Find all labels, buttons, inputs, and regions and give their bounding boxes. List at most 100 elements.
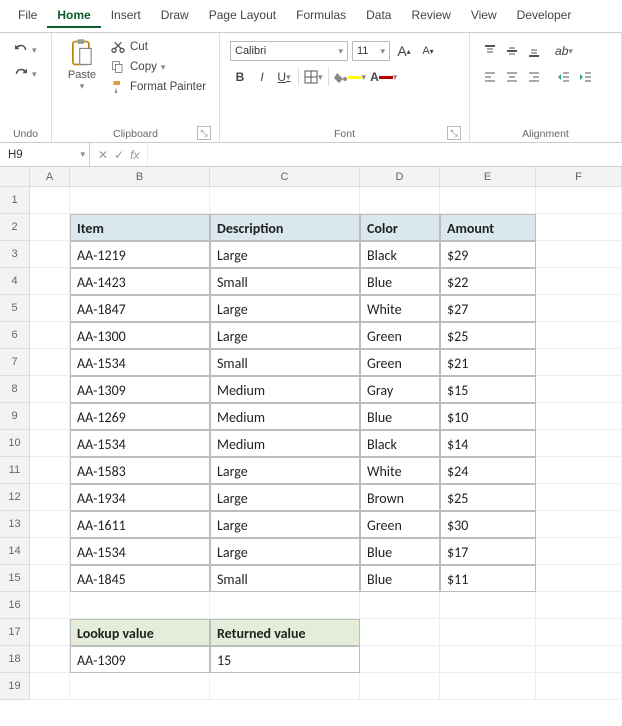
cell-D4[interactable]: Blue bbox=[360, 268, 440, 295]
row-header-2[interactable]: 2 bbox=[0, 214, 30, 241]
cell-F11[interactable] bbox=[536, 457, 622, 484]
cell-F6[interactable] bbox=[536, 322, 622, 349]
cell-F3[interactable] bbox=[536, 241, 622, 268]
cell-C5[interactable]: Large bbox=[210, 295, 360, 322]
cell-D17[interactable] bbox=[360, 619, 440, 646]
cell-D16[interactable] bbox=[360, 592, 440, 619]
cell-C2[interactable]: Description bbox=[210, 214, 360, 241]
cell-E5[interactable]: $27 bbox=[440, 295, 536, 322]
row-header-13[interactable]: 13 bbox=[0, 511, 30, 538]
menu-tab-draw[interactable]: Draw bbox=[151, 4, 199, 28]
cell-C15[interactable]: Small bbox=[210, 565, 360, 592]
cell-B8[interactable]: AA-1309 bbox=[70, 376, 210, 403]
menu-tab-home[interactable]: Home bbox=[47, 4, 100, 28]
menu-tab-data[interactable]: Data bbox=[356, 4, 401, 28]
font-name-select[interactable]: Calibri▾ bbox=[230, 41, 348, 61]
spreadsheet-grid[interactable]: ABCDEF12ItemDescriptionColorAmount3AA-12… bbox=[0, 167, 622, 700]
col-header-D[interactable]: D bbox=[360, 167, 440, 187]
redo-button[interactable]: ▾ bbox=[12, 65, 39, 83]
cell-F18[interactable] bbox=[536, 646, 622, 673]
cell-E3[interactable]: $29 bbox=[440, 241, 536, 268]
paste-button[interactable]: Paste ▾ bbox=[60, 37, 104, 95]
col-header-B[interactable]: B bbox=[70, 167, 210, 187]
underline-button[interactable]: U ▾ bbox=[274, 67, 294, 87]
row-header-4[interactable]: 4 bbox=[0, 268, 30, 295]
cell-F9[interactable] bbox=[536, 403, 622, 430]
col-header-C[interactable]: C bbox=[210, 167, 360, 187]
cell-A9[interactable] bbox=[30, 403, 70, 430]
cell-C10[interactable]: Medium bbox=[210, 430, 360, 457]
cell-E9[interactable]: $10 bbox=[440, 403, 536, 430]
cell-C7[interactable]: Small bbox=[210, 349, 360, 376]
cell-E14[interactable]: $17 bbox=[440, 538, 536, 565]
cell-C12[interactable]: Large bbox=[210, 484, 360, 511]
cell-C18[interactable]: 15 bbox=[210, 646, 360, 673]
cell-B9[interactable]: AA-1269 bbox=[70, 403, 210, 430]
formula-input[interactable] bbox=[148, 143, 622, 166]
row-header-7[interactable]: 7 bbox=[0, 349, 30, 376]
row-header-15[interactable]: 15 bbox=[0, 565, 30, 592]
cell-F15[interactable] bbox=[536, 565, 622, 592]
row-header-6[interactable]: 6 bbox=[0, 322, 30, 349]
select-all-corner[interactable] bbox=[0, 167, 30, 187]
cell-B13[interactable]: AA-1611 bbox=[70, 511, 210, 538]
undo-button[interactable]: ▾ bbox=[12, 41, 39, 59]
cell-F14[interactable] bbox=[536, 538, 622, 565]
cell-D7[interactable]: Green bbox=[360, 349, 440, 376]
row-header-1[interactable]: 1 bbox=[0, 187, 30, 214]
align-right-button[interactable] bbox=[524, 67, 544, 87]
align-top-button[interactable] bbox=[480, 41, 500, 61]
cell-D10[interactable]: Black bbox=[360, 430, 440, 457]
cell-F16[interactable] bbox=[536, 592, 622, 619]
cell-F8[interactable] bbox=[536, 376, 622, 403]
cell-D5[interactable]: White bbox=[360, 295, 440, 322]
cell-C11[interactable]: Large bbox=[210, 457, 360, 484]
cell-B1[interactable] bbox=[70, 187, 210, 214]
cell-A1[interactable] bbox=[30, 187, 70, 214]
font-color-button[interactable]: A▾ bbox=[369, 67, 398, 87]
cell-B16[interactable] bbox=[70, 592, 210, 619]
cell-A18[interactable] bbox=[30, 646, 70, 673]
cell-E1[interactable] bbox=[440, 187, 536, 214]
cell-B12[interactable]: AA-1934 bbox=[70, 484, 210, 511]
menu-tab-insert[interactable]: Insert bbox=[101, 4, 151, 28]
cell-F10[interactable] bbox=[536, 430, 622, 457]
cell-B3[interactable]: AA-1219 bbox=[70, 241, 210, 268]
increase-font-button[interactable]: A▴ bbox=[394, 41, 414, 61]
cell-D15[interactable]: Blue bbox=[360, 565, 440, 592]
font-size-select[interactable]: 11▾ bbox=[352, 41, 390, 61]
fx-icon[interactable]: fx bbox=[130, 148, 139, 162]
cell-D6[interactable]: Green bbox=[360, 322, 440, 349]
cell-E19[interactable] bbox=[440, 673, 536, 700]
cell-E8[interactable]: $15 bbox=[440, 376, 536, 403]
cell-D1[interactable] bbox=[360, 187, 440, 214]
cell-D19[interactable] bbox=[360, 673, 440, 700]
row-header-14[interactable]: 14 bbox=[0, 538, 30, 565]
col-header-F[interactable]: F bbox=[536, 167, 622, 187]
cell-A19[interactable] bbox=[30, 673, 70, 700]
cell-C8[interactable]: Medium bbox=[210, 376, 360, 403]
cell-B2[interactable]: Item bbox=[70, 214, 210, 241]
cell-F4[interactable] bbox=[536, 268, 622, 295]
cell-E18[interactable] bbox=[440, 646, 536, 673]
cell-E15[interactable]: $11 bbox=[440, 565, 536, 592]
name-box[interactable]: H9▾ bbox=[0, 143, 90, 166]
menu-tab-page-layout[interactable]: Page Layout bbox=[199, 4, 286, 28]
cell-F13[interactable] bbox=[536, 511, 622, 538]
cell-F17[interactable] bbox=[536, 619, 622, 646]
cell-B14[interactable]: AA-1534 bbox=[70, 538, 210, 565]
cell-E12[interactable]: $25 bbox=[440, 484, 536, 511]
row-header-10[interactable]: 10 bbox=[0, 430, 30, 457]
cell-E2[interactable]: Amount bbox=[440, 214, 536, 241]
cell-D8[interactable]: Gray bbox=[360, 376, 440, 403]
decrease-font-button[interactable]: A▾ bbox=[418, 41, 438, 61]
cell-A10[interactable] bbox=[30, 430, 70, 457]
cell-E6[interactable]: $25 bbox=[440, 322, 536, 349]
cell-A7[interactable] bbox=[30, 349, 70, 376]
cell-E16[interactable] bbox=[440, 592, 536, 619]
row-header-17[interactable]: 17 bbox=[0, 619, 30, 646]
row-header-5[interactable]: 5 bbox=[0, 295, 30, 322]
cell-B15[interactable]: AA-1845 bbox=[70, 565, 210, 592]
cell-A14[interactable] bbox=[30, 538, 70, 565]
col-header-E[interactable]: E bbox=[440, 167, 536, 187]
